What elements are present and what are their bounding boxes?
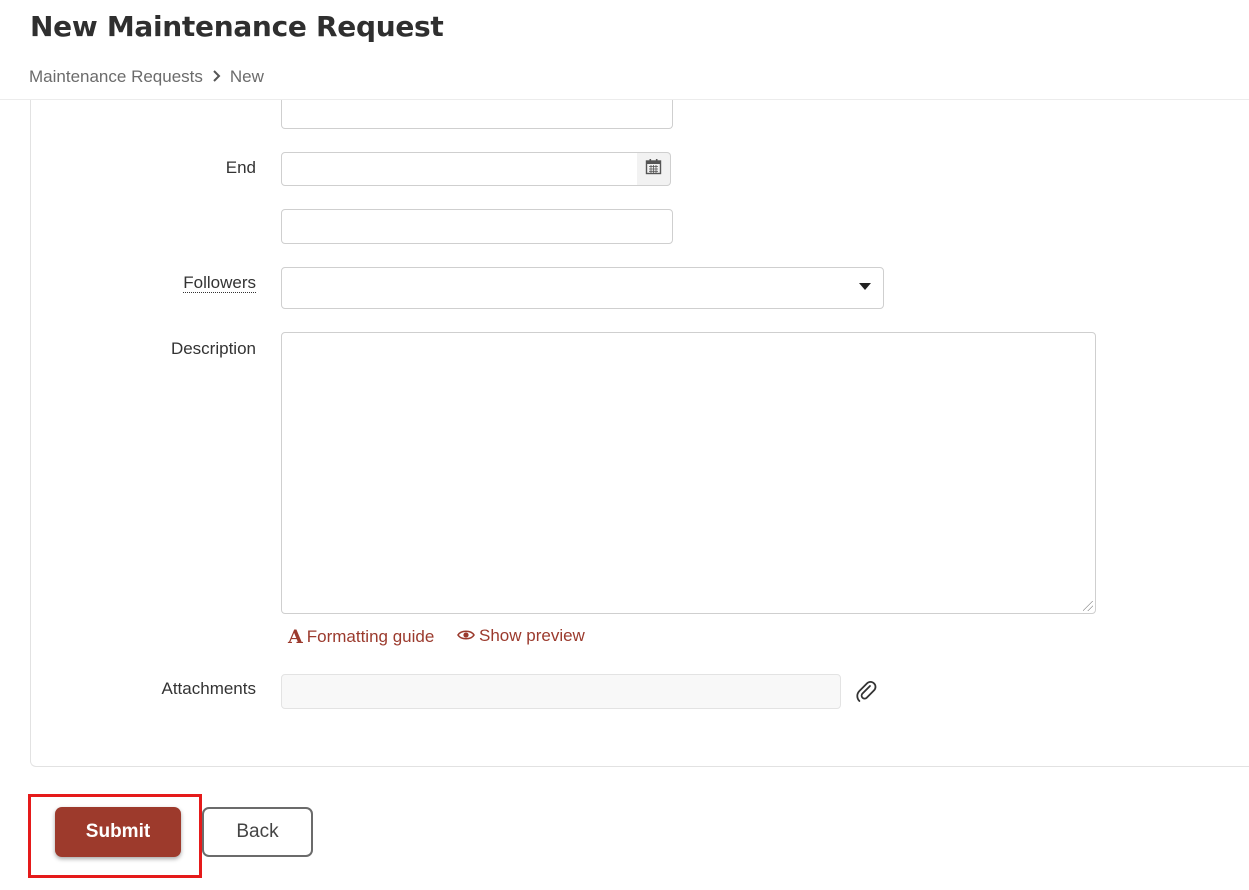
start-time-input[interactable] — [281, 100, 673, 129]
calendar-button[interactable] — [637, 152, 671, 186]
end-time-input[interactable] — [281, 209, 673, 244]
resize-handle-icon[interactable] — [1083, 601, 1093, 611]
breadcrumb: Maintenance Requests New — [29, 67, 264, 87]
back-button[interactable]: Back — [202, 807, 313, 857]
description-textarea[interactable] — [281, 332, 1096, 614]
eye-icon — [457, 626, 475, 646]
chevron-down-icon — [859, 283, 871, 290]
end-date-input[interactable] — [281, 152, 638, 186]
followers-label: Followers — [183, 273, 256, 293]
show-preview-label: Show preview — [479, 626, 585, 645]
chevron-right-icon — [212, 69, 221, 85]
breadcrumb-link-maintenance-requests[interactable]: Maintenance Requests — [29, 67, 203, 87]
page-title: New Maintenance Request — [30, 10, 444, 43]
show-preview-link[interactable]: Show preview — [457, 626, 585, 646]
text-format-icon: A — [288, 626, 303, 648]
description-label: Description — [170, 339, 256, 358]
formatting-guide-link[interactable]: A Formatting guide — [288, 626, 434, 648]
attachments-field[interactable] — [281, 674, 841, 709]
followers-select[interactable] — [281, 267, 884, 309]
breadcrumb-current: New — [229, 67, 264, 86]
formatting-guide-label: Formatting guide — [306, 627, 435, 646]
end-label: End — [225, 158, 256, 177]
attachments-label: Attachments — [161, 679, 257, 698]
calendar-icon — [645, 158, 662, 180]
submit-highlight-box — [28, 794, 202, 878]
paperclip-icon[interactable] — [855, 679, 877, 708]
